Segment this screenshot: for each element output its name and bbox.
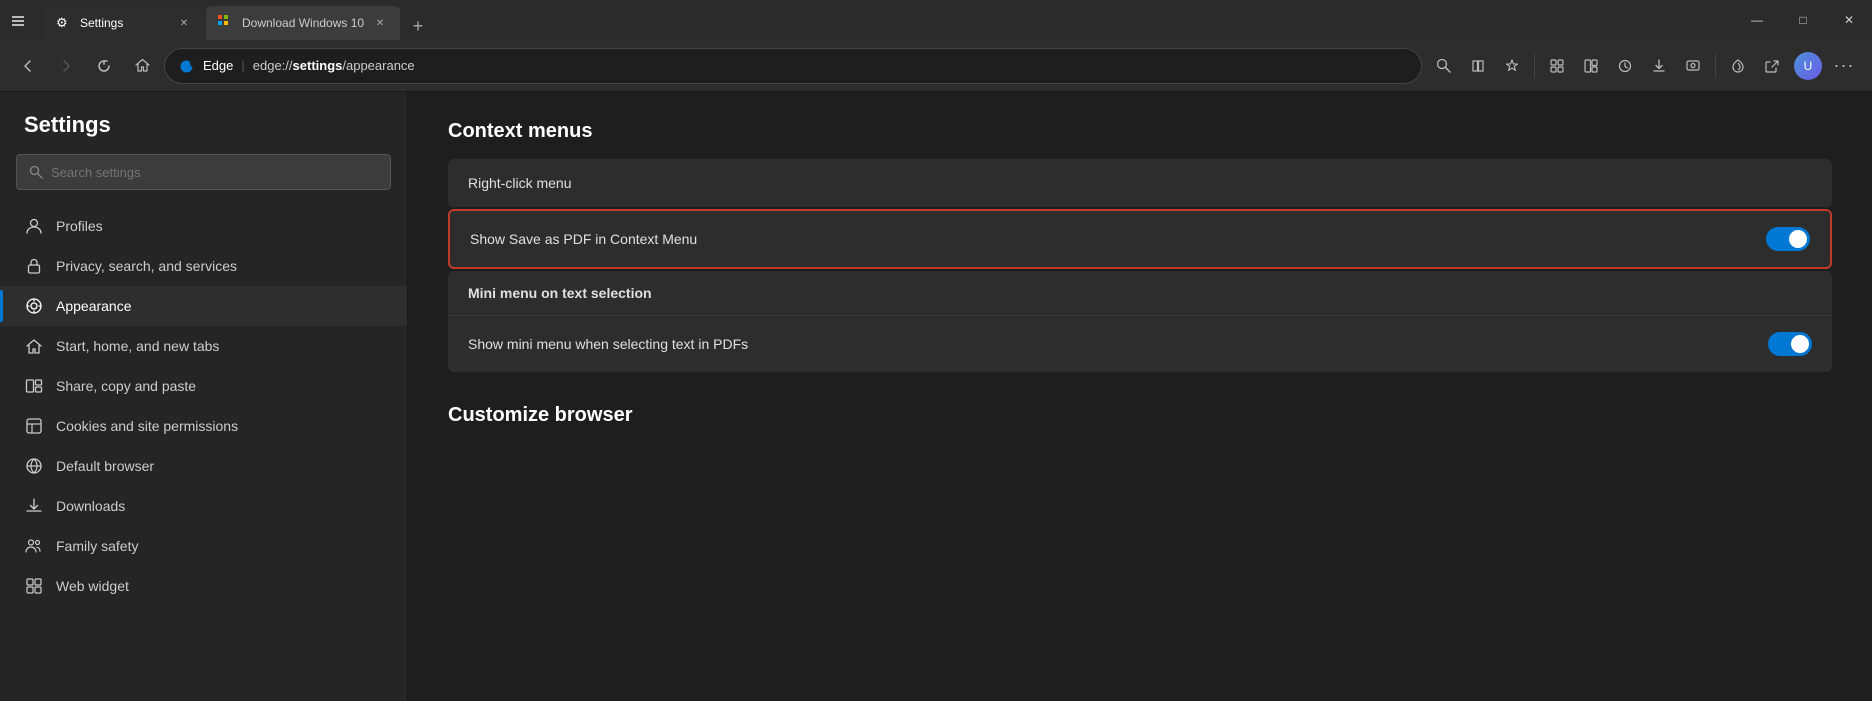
extensions-icon[interactable] xyxy=(1541,50,1573,82)
downloads-icon xyxy=(24,496,44,516)
family-label: Family safety xyxy=(56,538,138,554)
sidebar-item-start[interactable]: Start, home, and new tabs xyxy=(0,326,407,366)
privacy-label: Privacy, search, and services xyxy=(56,258,237,274)
search-box[interactable] xyxy=(16,154,391,190)
sidebar: Settings Profiles Privacy, search, and s… xyxy=(0,92,408,701)
default-browser-label: Default browser xyxy=(56,458,154,474)
history-icon[interactable] xyxy=(1609,50,1641,82)
zoom-icon[interactable] xyxy=(1428,50,1460,82)
address-separator: | xyxy=(241,58,244,73)
sidebar-item-share[interactable]: Share, copy and paste xyxy=(0,366,407,406)
sidebar-title: Settings xyxy=(0,112,407,154)
mini-menu-toggle[interactable] xyxy=(1768,332,1812,356)
show-mini-menu-label: Show mini menu when selecting text in PD… xyxy=(468,336,1768,352)
title-bar-controls: — □ ✕ xyxy=(1734,0,1872,40)
avatar-image: U xyxy=(1794,52,1822,80)
sidebar-item-family[interactable]: Family safety xyxy=(0,526,407,566)
search-icon xyxy=(29,165,43,179)
right-click-label: Right-click menu xyxy=(468,175,1812,191)
appearance-label: Appearance xyxy=(56,298,132,314)
sidebar-item-downloads[interactable]: Downloads xyxy=(0,486,407,526)
more-menu-icon[interactable]: ··· xyxy=(1828,50,1860,82)
main-layout: Settings Profiles Privacy, search, and s… xyxy=(0,92,1872,701)
save-pdf-toggle[interactable] xyxy=(1766,227,1810,251)
save-pdf-row: Show Save as PDF in Context Menu xyxy=(450,211,1830,267)
sidebar-item-webwidget[interactable]: Web widget xyxy=(0,566,407,606)
settings-tab-label: Settings xyxy=(80,16,168,30)
settings-tab-icon: ⚙ xyxy=(56,15,72,31)
default-browser-icon xyxy=(24,456,44,476)
toolbar-separator-2 xyxy=(1715,54,1716,78)
cookies-label: Cookies and site permissions xyxy=(56,418,238,434)
customize-browser-title: Customize browser xyxy=(448,404,1832,427)
family-icon xyxy=(24,536,44,556)
download-tab-label: Download Windows 10 xyxy=(242,16,364,30)
share-sidebar-icon xyxy=(24,376,44,396)
sidebar-item-default-browser[interactable]: Default browser xyxy=(0,446,407,486)
download-tab-icon xyxy=(218,15,234,31)
tab-settings[interactable]: ⚙ Settings ✕ xyxy=(44,6,204,40)
sidebar-item-appearance[interactable]: Appearance xyxy=(0,286,407,326)
favorites-icon[interactable] xyxy=(1496,50,1528,82)
sidebar-item-privacy[interactable]: Privacy, search, and services xyxy=(0,246,407,286)
start-icon xyxy=(24,336,44,356)
share-label: Share, copy and paste xyxy=(56,378,196,394)
new-tab-button[interactable]: + xyxy=(404,12,432,40)
mini-menu-card: Mini menu on text selection Show mini me… xyxy=(448,271,1832,372)
forward-button[interactable] xyxy=(50,50,82,82)
download-manager-icon[interactable] xyxy=(1643,50,1675,82)
sidebar-item-cookies[interactable]: Cookies and site permissions xyxy=(0,406,407,446)
maximize-button[interactable]: □ xyxy=(1780,0,1826,40)
content-area: Context menus Right-click menu Show Save… xyxy=(408,92,1872,701)
sidebar-item-profiles[interactable]: Profiles xyxy=(0,206,407,246)
settings-tab-close[interactable]: ✕ xyxy=(176,15,192,31)
refresh-button[interactable] xyxy=(88,50,120,82)
address-path-bold: settings xyxy=(293,58,343,73)
address-bar[interactable]: Edge | edge://settings/appearance xyxy=(164,48,1422,84)
webwidget-label: Web widget xyxy=(56,578,129,594)
profiles-icon xyxy=(24,216,44,236)
downloads-label: Downloads xyxy=(56,498,125,514)
show-mini-menu-row: Show mini menu when selecting text in PD… xyxy=(448,315,1832,372)
reading-view-icon[interactable] xyxy=(1462,50,1494,82)
context-menus-title: Context menus xyxy=(448,120,1832,143)
right-click-card: Right-click menu xyxy=(448,159,1832,207)
search-input[interactable] xyxy=(51,165,378,180)
tab-group: ⚙ Settings ✕ Download Windows 10 ✕ + xyxy=(36,0,432,40)
save-pdf-card-highlighted: Show Save as PDF in Context Menu xyxy=(448,209,1832,269)
mini-menu-label: Mini menu on text selection xyxy=(468,285,652,301)
screenshot-icon[interactable] xyxy=(1677,50,1709,82)
start-label: Start, home, and new tabs xyxy=(56,338,219,354)
tab-download[interactable]: Download Windows 10 ✕ xyxy=(206,6,400,40)
close-button[interactable]: ✕ xyxy=(1826,0,1872,40)
tab-list-button[interactable] xyxy=(0,0,36,40)
nav-bar: Edge | edge://settings/appearance xyxy=(0,40,1872,92)
cookies-icon xyxy=(24,416,44,436)
right-click-row: Right-click menu xyxy=(448,159,1832,207)
mini-menu-header: Mini menu on text selection xyxy=(448,271,1832,315)
back-button[interactable] xyxy=(12,50,44,82)
edge-logo-icon xyxy=(177,57,195,75)
profiles-label: Profiles xyxy=(56,218,103,234)
appearance-icon xyxy=(24,296,44,316)
webwidget-icon xyxy=(24,576,44,596)
download-tab-close[interactable]: ✕ xyxy=(372,15,388,31)
profile-avatar[interactable]: U xyxy=(1792,50,1824,82)
address-url: edge://settings/appearance xyxy=(253,58,415,73)
title-bar-left: ⚙ Settings ✕ Download Windows 10 ✕ + xyxy=(0,0,1734,40)
home-button[interactable] xyxy=(126,50,158,82)
toolbar-separator-1 xyxy=(1534,54,1535,78)
collections-icon[interactable] xyxy=(1575,50,1607,82)
browser-bonus-icon[interactable] xyxy=(1722,50,1754,82)
minimize-button[interactable]: — xyxy=(1734,0,1780,40)
save-pdf-label: Show Save as PDF in Context Menu xyxy=(470,231,1766,247)
toolbar-icons: U ··· xyxy=(1428,50,1860,82)
address-brand: Edge xyxy=(203,58,233,73)
privacy-icon xyxy=(24,256,44,276)
share-icon[interactable] xyxy=(1756,50,1788,82)
title-bar: ⚙ Settings ✕ Download Windows 10 ✕ + xyxy=(0,0,1872,40)
